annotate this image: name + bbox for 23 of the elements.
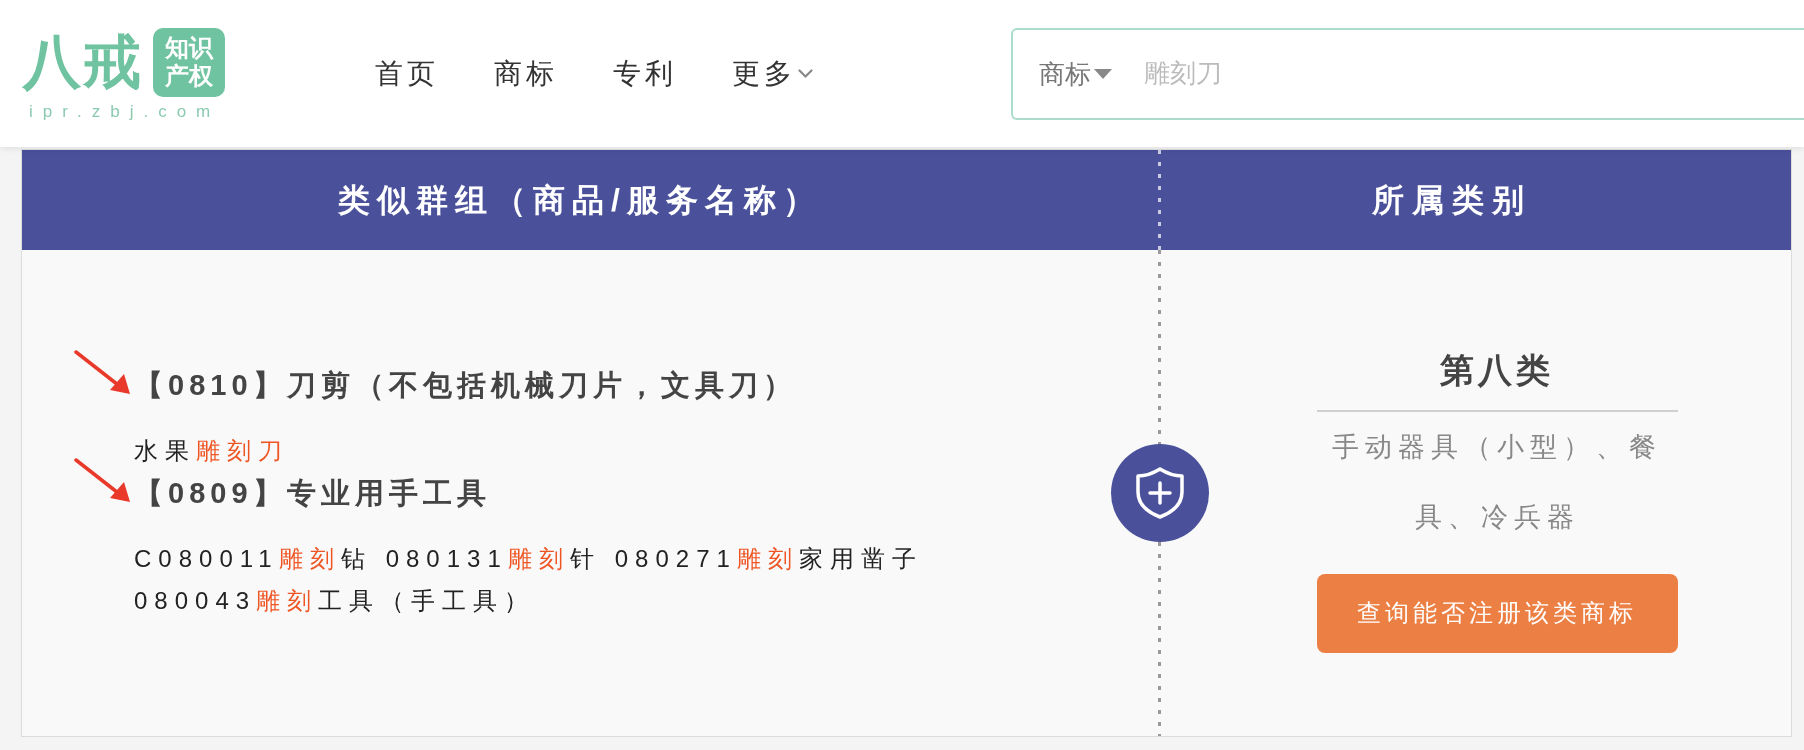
group-heading: 【0810】刀剪（不包括机械刀片，文具刀） — [134, 368, 797, 403]
product-item: 080271 雕刻 家用凿子 — [614, 544, 923, 574]
group-heading: 【0809】专业用手工具 — [134, 476, 491, 511]
logo-wordmark: 八戒 — [23, 33, 143, 91]
nav-link[interactable]: 首页 — [375, 59, 439, 88]
product-item: 水果 雕刻刀 — [134, 436, 289, 466]
logo-badge: 知识产权 — [153, 27, 225, 97]
category-description: 手动器具（小型）、餐具、冷兵器 — [1331, 430, 1663, 534]
product-item: 080043 雕刻 工具（手工具） — [134, 586, 536, 616]
nav-dropdown[interactable]: 更多 — [732, 59, 813, 88]
column-header: 类似群组（商品/服务名称） — [338, 184, 822, 216]
search-field[interactable]: 商标 雕刻刀 — [1011, 27, 1804, 120]
nav-link[interactable]: 商标 — [494, 59, 558, 88]
category-title: 第八类 — [1440, 349, 1554, 390]
chevron-down-icon — [798, 69, 813, 78]
logo-domain: ipr.zbj.com — [29, 102, 221, 120]
search-input[interactable]: 雕刻刀 — [1144, 43, 1804, 104]
nav-link[interactable]: 专利 — [613, 59, 677, 88]
caret-icon — [1094, 68, 1112, 79]
column-header: 所属类别 — [1372, 184, 1532, 216]
product-item: 080131 雕刻 针 — [385, 544, 601, 574]
product-item: C080011 雕刻 钻 — [134, 544, 372, 574]
category-dropdown[interactable]: 商标 — [1039, 60, 1112, 87]
